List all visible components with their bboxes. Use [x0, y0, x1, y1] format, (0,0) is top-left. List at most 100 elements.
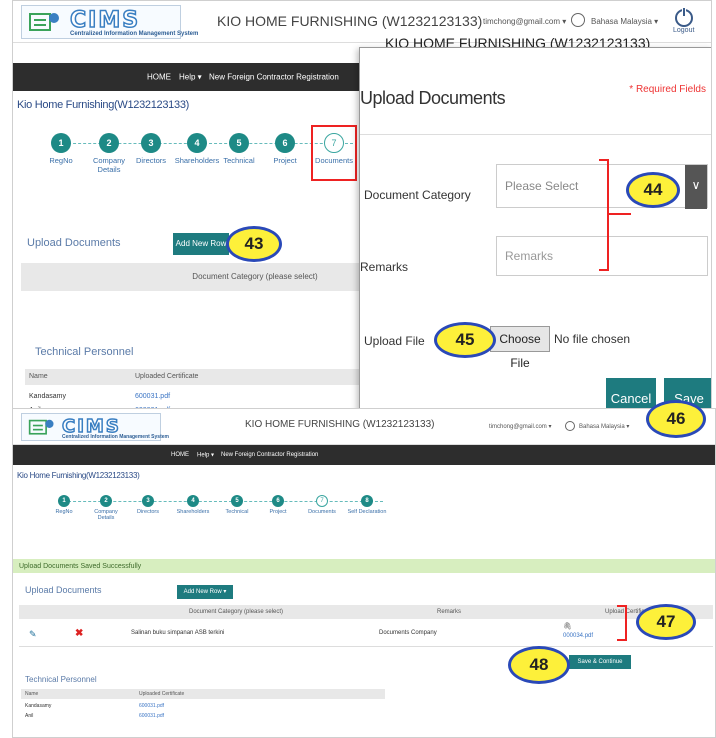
- step-self-declaration[interactable]: 8 Self Declaration: [347, 495, 387, 515]
- technical-row-name: Kandasamy: [25, 703, 52, 709]
- step-technical[interactable]: 5 Technical: [217, 133, 261, 166]
- nav-home[interactable]: HOME: [147, 73, 171, 82]
- bracket-pointer: [609, 213, 631, 215]
- row-file-link[interactable]: 000034.pdf: [563, 633, 593, 639]
- step-regno[interactable]: 1 RegNo: [49, 495, 79, 515]
- edit-icon[interactable]: ✎: [29, 629, 37, 640]
- step-regno[interactable]: 1 RegNo: [41, 133, 81, 166]
- step-label: Technical: [225, 509, 249, 515]
- user-email-menu[interactable]: timchong@gmail.com ▾: [489, 423, 551, 430]
- globe-icon: [571, 13, 585, 27]
- nav-home[interactable]: HOME: [171, 452, 189, 458]
- nav-help[interactable]: Help ▾: [197, 452, 214, 459]
- step-label: Company Details: [92, 156, 126, 174]
- upload-documents-title: Upload Documents: [27, 237, 121, 249]
- step-project[interactable]: 6 Project: [261, 495, 295, 515]
- step-company-details[interactable]: 2 Company Details: [89, 495, 123, 522]
- step-directors[interactable]: 3 Directors: [131, 133, 171, 166]
- cims-logo-icon: [29, 13, 59, 31]
- company-name: Kio Home Furnishing(W1232123133): [17, 99, 189, 111]
- step-label: Directors: [135, 156, 166, 165]
- step-label: RegNo: [49, 156, 73, 165]
- upload-cert-bracket-highlight: [617, 605, 627, 641]
- callout-48: 48: [508, 646, 570, 684]
- nav-registration[interactable]: New Foreign Contractor Registration: [209, 73, 339, 82]
- step-number: 1: [58, 495, 70, 507]
- add-new-row-button[interactable]: Add New Row: [173, 233, 229, 255]
- step-number: 4: [187, 133, 207, 153]
- language-menu[interactable]: Bahasa Malaysia ▾: [591, 17, 658, 26]
- screenshot-saved-success: CIMS Centralized Information Management …: [12, 408, 716, 738]
- step-number: 4: [187, 495, 199, 507]
- document-table-header: Document Category (please select) Remark…: [19, 605, 713, 619]
- col-document-category: Document Category (please select): [189, 609, 284, 615]
- main-navbar: HOME Help ▾ New Foreign Contractor Regis…: [13, 445, 715, 465]
- choose-file-button[interactable]: Choose File: [490, 326, 550, 370]
- paperclip-icon: 🖇: [563, 623, 572, 630]
- callout-46: 46: [646, 400, 706, 438]
- modal-divider: [360, 134, 711, 135]
- col-name: Name: [25, 691, 39, 697]
- callout-44: 44: [626, 172, 680, 208]
- upload-documents-modal: Upload Documents * Required Fields Docum…: [359, 47, 711, 417]
- step-number: 6: [275, 133, 295, 153]
- step-number: 2: [100, 495, 112, 507]
- power-icon: [674, 7, 693, 27]
- header-company-title: KIO HOME FURNISHING (W1232123133): [217, 13, 483, 29]
- step-label: Documents: [308, 509, 336, 515]
- user-email-menu[interactable]: timchong@gmail.com ▾: [483, 17, 566, 26]
- remarks-placeholder: Remarks: [505, 249, 554, 263]
- step-project[interactable]: 6 Project: [265, 133, 305, 166]
- logout-button[interactable]: Logout: [673, 7, 695, 34]
- step-number: 1: [51, 133, 71, 153]
- technical-personnel-title: Technical Personnel: [25, 675, 97, 684]
- step-company-details[interactable]: 2 Company Details: [87, 133, 131, 174]
- col-name: Name: [29, 373, 48, 380]
- documents-step-highlight: [311, 125, 357, 181]
- step-label: Shareholders: [176, 509, 210, 515]
- delete-icon[interactable]: ✖: [75, 628, 83, 639]
- col-document-category: Document Category (please select): [192, 272, 318, 281]
- logout-label: Logout: [673, 27, 695, 34]
- technical-row-name: Kandasamy: [29, 393, 66, 400]
- screenshot-upload-modal: CIMS Centralized Information Management …: [12, 0, 712, 418]
- step-label: Self Declaration: [347, 509, 387, 515]
- nav-registration[interactable]: New Foreign Contractor Registration: [221, 452, 318, 458]
- callout-43: 43: [226, 226, 282, 262]
- step-number: 3: [141, 133, 161, 153]
- nav-help[interactable]: Help ▾: [179, 73, 202, 82]
- step-number: 2: [99, 133, 119, 153]
- success-message: Upload Documents Saved Successfully: [19, 562, 142, 570]
- step-shareholders[interactable]: 4 Shareholders: [173, 495, 213, 515]
- step-technical[interactable]: 5 Technical: [219, 495, 255, 515]
- callout-47: 47: [636, 604, 696, 640]
- save-continue-button[interactable]: Save & Continue: [569, 655, 631, 669]
- no-file-chosen-text: No file chosen: [554, 332, 631, 346]
- step-shareholders[interactable]: 4 Shareholders: [173, 133, 221, 166]
- step-label: RegNo: [55, 509, 73, 515]
- step-documents[interactable]: 7 Documents: [303, 495, 341, 515]
- cims-logo[interactable]: CIMS Centralized Information Management …: [21, 413, 169, 441]
- technical-row-cert-link[interactable]: 600031.pdf: [135, 393, 170, 400]
- technical-table-header: Name Uploaded Certificate: [21, 689, 385, 699]
- step-number: 3: [142, 495, 154, 507]
- globe-icon: [565, 421, 575, 431]
- technical-row-name: Anil: [25, 713, 34, 719]
- technical-row-cert-link[interactable]: 600031.pdf: [139, 703, 164, 709]
- logo-text: CIMS: [69, 7, 141, 34]
- cims-logo[interactable]: CIMS Centralized Information Management …: [21, 5, 198, 39]
- success-alert: Upload Documents Saved Successfully: [13, 559, 715, 573]
- step-label: Project: [269, 509, 287, 515]
- required-fields-note: * Required Fields: [629, 84, 706, 95]
- step-label: Technical: [223, 156, 255, 165]
- row-document-category: Salinan buku simpanan ASB terkini: [131, 630, 225, 636]
- language-menu[interactable]: Bahasa Malaysia ▾: [579, 423, 629, 430]
- logo-subtitle: Centralized Information Management Syste…: [62, 434, 169, 440]
- technical-row-cert-link[interactable]: 600031.pdf: [139, 713, 164, 719]
- add-new-row-button[interactable]: Add New Row ▾: [177, 585, 233, 599]
- technical-personnel-title: Technical Personnel: [35, 346, 134, 358]
- table-row: ✎ ✖ Salinan buku simpanan ASB terkini Do…: [19, 621, 713, 647]
- step-directors[interactable]: 3 Directors: [131, 495, 165, 515]
- step-label: Shareholders: [174, 156, 220, 165]
- step-label: Company Details: [94, 509, 118, 522]
